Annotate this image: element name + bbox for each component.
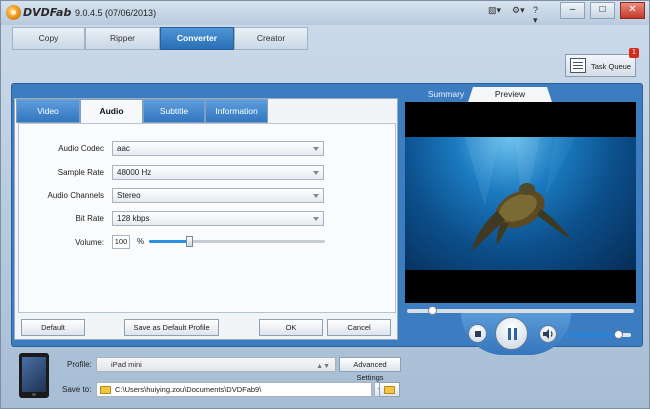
app-window: DVDFab 9.0.4.5 (07/06/2013) ▧▾ ⚙▾ ?▾ – □… [0, 0, 650, 409]
save-to-label: Save to: [62, 385, 92, 394]
save-default-profile-button[interactable]: Save as Default Profile [124, 319, 219, 336]
tab-converter[interactable]: Converter [160, 27, 234, 50]
audio-codec-value: aac [117, 144, 130, 153]
audio-codec-label: Audio Codec [58, 144, 104, 153]
volume-input[interactable]: 100 [112, 235, 130, 249]
chevron-down-icon [313, 171, 319, 175]
sample-rate-select[interactable]: 48000 Hz [112, 165, 324, 180]
title-bar: DVDFab 9.0.4.5 (07/06/2013) ▧▾ ⚙▾ ?▾ – □… [1, 1, 649, 25]
tab-copy[interactable]: Copy [12, 27, 85, 50]
tab-ripper[interactable]: Ripper [85, 27, 160, 50]
tab-audio[interactable]: Audio [80, 99, 143, 124]
seek-handle[interactable] [427, 306, 437, 315]
sea-turtle-image [465, 137, 575, 252]
volume-slider-handle[interactable] [186, 236, 194, 247]
pause-button[interactable] [495, 317, 528, 350]
tab-preview[interactable]: Preview [468, 87, 552, 102]
task-list-icon [570, 58, 586, 73]
volume-label: Volume: [75, 238, 104, 247]
profile-value: iPad mini [111, 360, 142, 369]
player-volume-fill [567, 333, 619, 337]
audio-channels-select[interactable]: Stereo [112, 188, 324, 203]
settings-gear-icon[interactable]: ⚙▾ [512, 5, 525, 16]
tab-creator[interactable]: Creator [234, 27, 308, 50]
speaker-icon [543, 329, 553, 339]
pause-icon [508, 328, 511, 340]
advanced-settings-button[interactable]: Advanced Settings [339, 357, 401, 382]
close-button[interactable]: ✕ [620, 2, 645, 19]
tab-subtitle[interactable]: Subtitle [143, 99, 205, 123]
ipad-home-button [32, 393, 36, 396]
stop-icon [475, 331, 481, 337]
chevron-down-icon [313, 217, 319, 221]
stop-button[interactable] [468, 324, 487, 343]
volume-slider[interactable] [149, 240, 325, 243]
volume-slider-fill [149, 240, 190, 243]
video-frame [405, 137, 636, 270]
minimize-button[interactable]: – [560, 2, 585, 19]
save-path-input[interactable]: C:\Users\huiying.zou\Documents\DVDFab9\ [96, 382, 372, 397]
folder-icon [100, 386, 111, 394]
cancel-button[interactable]: Cancel [327, 319, 391, 336]
maximize-button[interactable]: □ [590, 2, 615, 19]
chevron-down-icon [313, 147, 319, 151]
app-logo-text: DVDFab [23, 6, 72, 19]
bit-rate-value: 128 kbps [117, 214, 150, 223]
help-icon[interactable]: ?▾ [533, 5, 538, 26]
sample-rate-value: 48000 Hz [117, 168, 152, 177]
volume-unit: % [137, 237, 145, 246]
up-down-arrows-icon: ▲▼ [316, 363, 330, 370]
ok-button[interactable]: OK [259, 319, 323, 336]
audio-channels-value: Stereo [117, 191, 141, 200]
bit-rate-select[interactable]: 128 kbps [112, 211, 324, 226]
view-menu-icon[interactable]: ▧▾ [488, 5, 501, 16]
task-queue-button[interactable]: Task Queue [565, 54, 636, 77]
save-path-value: C:\Users\huiying.zou\Documents\DVDFab9\ [115, 385, 262, 394]
profile-select[interactable]: iPad mini ▲▼ [96, 357, 336, 372]
default-button[interactable]: Default [21, 319, 85, 336]
mute-button[interactable] [539, 325, 557, 343]
task-queue-label: Task Queue [591, 62, 632, 71]
ipad-screen [22, 357, 46, 392]
tab-information[interactable]: Information [205, 99, 268, 123]
app-version: 9.0.4.5 (07/06/2013) [75, 8, 157, 18]
dvdfab-logo-icon [6, 5, 21, 20]
audio-channels-label: Audio Channels [47, 191, 104, 200]
tab-video[interactable]: Video [16, 99, 80, 123]
ipad-device-icon [19, 353, 49, 398]
profile-label: Profile: [67, 360, 92, 369]
chevron-down-icon [313, 194, 319, 198]
audio-codec-select[interactable]: aac [112, 141, 324, 156]
task-queue-badge: 1 [629, 48, 639, 58]
bit-rate-label: Bit Rate [75, 214, 104, 223]
browse-folder-button[interactable] [379, 382, 400, 397]
sample-rate-label: Sample Rate [57, 168, 104, 177]
open-folder-icon [384, 386, 395, 394]
